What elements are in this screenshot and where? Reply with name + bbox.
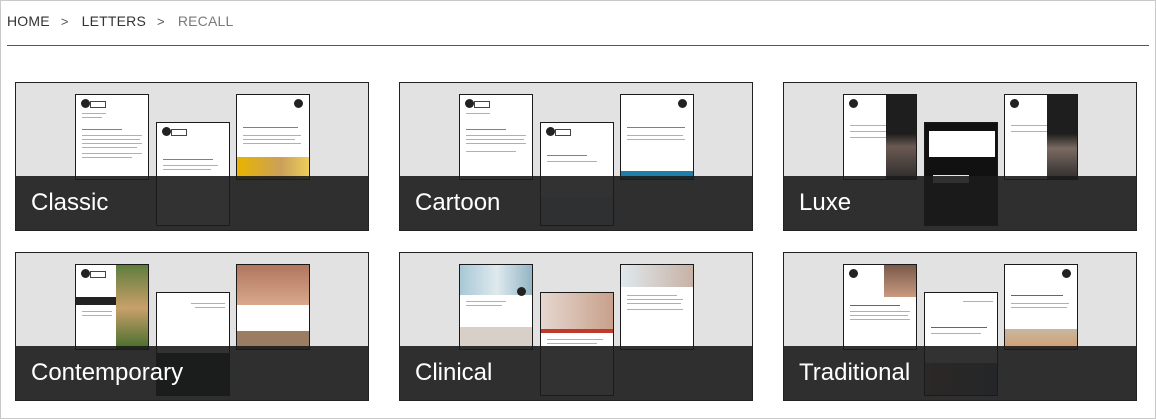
template-card-classic[interactable]: Classic [15,82,369,231]
card-label: Classic [31,189,109,216]
card-label-bar: Cartoon [400,176,752,230]
letter-thumbnail [459,264,533,350]
breadcrumb-home[interactable]: HOME [7,13,50,29]
breadcrumb-current: RECALL [177,13,234,29]
template-card-clinical[interactable]: Clinical [399,252,753,401]
breadcrumb-separator: > [157,13,165,29]
card-label: Clinical [415,359,493,386]
template-card-traditional[interactable]: Traditional [783,252,1137,401]
card-label-bar: Traditional [784,346,1136,400]
card-label-bar: Luxe [784,176,1136,230]
letter-thumbnail [236,264,310,350]
letter-thumbnail [620,264,694,350]
header-divider [7,45,1149,46]
letter-thumbnail [236,94,310,180]
card-label-bar: Classic [16,176,368,230]
card-label: Cartoon [415,189,501,216]
letter-thumbnail [459,94,533,180]
letter-thumbnail [75,264,149,350]
breadcrumb-separator: > [60,13,69,29]
letter-thumbnail [620,94,694,180]
letter-thumbnail [843,264,917,350]
breadcrumb-letters[interactable]: LETTERS [82,13,146,29]
card-label-bar: Clinical [400,346,752,400]
card-label: Contemporary [31,359,184,386]
letter-thumbnail [1004,264,1078,350]
card-label: Luxe [799,189,852,216]
template-card-cartoon[interactable]: Cartoon [399,82,753,231]
letter-thumbnail [843,94,917,180]
letter-thumbnail [1004,94,1078,180]
breadcrumb: HOME > LETTERS > RECALL [7,13,234,29]
card-label-bar: Contemporary [16,346,368,400]
template-card-contemporary[interactable]: Contemporary [15,252,369,401]
letter-thumbnail [75,94,149,180]
card-label: Traditional [799,359,911,386]
template-card-luxe[interactable]: Luxe [783,82,1137,231]
